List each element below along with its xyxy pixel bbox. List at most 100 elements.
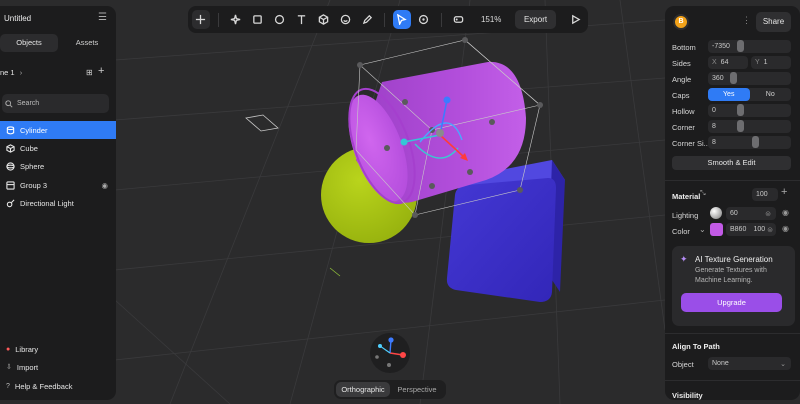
more-icon[interactable]: ⋮ xyxy=(742,15,751,26)
add-scene-icon[interactable]: + xyxy=(98,65,104,77)
corner-si-label: Corner Si... xyxy=(672,139,710,148)
visibility-icon[interactable]: ◉ xyxy=(101,181,108,190)
color-swatch[interactable] xyxy=(710,223,723,236)
top-toolbar: 151% Export xyxy=(188,6,588,33)
sides-x-value: 64 xyxy=(720,59,729,66)
lighting-value: 60 xyxy=(730,210,738,217)
layer-item-light[interactable]: Directional Light xyxy=(0,194,116,212)
angle-slider-knob[interactable] xyxy=(730,72,737,84)
circle-icon xyxy=(274,14,285,25)
align-title: Align To Path xyxy=(672,342,720,351)
angle-field[interactable]: 360 xyxy=(708,72,791,85)
rectangle-tool-button[interactable] xyxy=(249,10,267,29)
layer-item-group[interactable]: Group 3 ◉ xyxy=(0,176,116,194)
corner-si-field[interactable]: 8 xyxy=(708,136,791,149)
hollow-label: Hollow xyxy=(672,107,695,116)
cursor-icon xyxy=(397,14,408,25)
add-material-icon[interactable]: + xyxy=(781,186,787,198)
y-label: Y xyxy=(755,59,760,66)
grid-view-icon[interactable]: ⊞ xyxy=(86,68,93,77)
ellipse-tool-button[interactable] xyxy=(271,10,289,29)
layer-item-cube[interactable]: Cube xyxy=(0,139,116,157)
gamepad-button[interactable] xyxy=(450,10,468,29)
emoji-tool-button[interactable] xyxy=(336,10,354,29)
ai-card-title: AI Texture Generation xyxy=(695,255,773,264)
text-icon xyxy=(297,15,306,25)
gamepad-icon xyxy=(453,16,464,23)
export-button[interactable]: Export xyxy=(514,10,557,29)
footer-help[interactable]: ? Help & Feedback xyxy=(0,377,116,395)
eye-icon[interactable]: ◉ xyxy=(782,208,789,217)
eye-icon[interactable]: ◉ xyxy=(782,224,789,233)
bottom-slider-knob[interactable] xyxy=(737,40,744,52)
footer-import[interactable]: ⇩ Import xyxy=(0,358,116,376)
hollow-slider-knob[interactable] xyxy=(737,104,744,116)
play-icon xyxy=(571,14,580,25)
smiley-icon xyxy=(340,14,350,25)
pen-icon xyxy=(362,14,372,25)
angle-label: Angle xyxy=(672,75,692,84)
material-opacity-field[interactable]: 100 xyxy=(752,188,778,201)
avatar[interactable]: B xyxy=(673,14,689,30)
add-object-button[interactable] xyxy=(192,10,210,29)
ai-tool-button[interactable] xyxy=(227,10,245,29)
layer-label: Directional Light xyxy=(20,198,74,208)
scene-selector[interactable]: ne 1 › xyxy=(0,68,22,77)
file-title[interactable]: Untitled xyxy=(4,14,31,23)
section-divider xyxy=(665,180,800,181)
select-tool-button[interactable] xyxy=(392,10,411,29)
corner-slider-knob[interactable] xyxy=(737,120,744,132)
text-tool-button[interactable] xyxy=(292,10,310,29)
share-button[interactable]: Share xyxy=(756,12,791,32)
lock-icon: ⊜ xyxy=(765,210,771,218)
tab-perspective[interactable]: Perspective xyxy=(390,382,444,397)
bottom-label: Bottom xyxy=(672,43,696,52)
search-placeholder: Search xyxy=(17,100,40,107)
caps-no-button[interactable]: No xyxy=(750,88,792,101)
color-hex-field[interactable]: B860 100 ⊜ xyxy=(726,223,776,236)
bottom-field[interactable]: -7350 xyxy=(708,40,791,53)
chevron-down-icon: ⌄ xyxy=(780,360,786,368)
tab-orthographic[interactable]: Orthographic xyxy=(336,382,390,397)
lighting-field[interactable]: 60 ⊜ xyxy=(726,207,776,220)
cube-tool-button[interactable] xyxy=(314,10,332,29)
sparkle-icon: ✦ xyxy=(680,254,688,264)
cube-icon xyxy=(6,143,15,153)
pen-tool-button[interactable] xyxy=(358,10,376,29)
corner-si-slider-knob[interactable] xyxy=(752,136,759,148)
search-field[interactable]: Search xyxy=(2,94,109,113)
expand-icon[interactable]: ⤡ xyxy=(700,190,706,198)
object-select[interactable]: None ⌄ xyxy=(708,357,791,370)
sides-y-field[interactable]: Y1 xyxy=(751,56,791,69)
menu-icon[interactable]: ☰ xyxy=(98,12,107,23)
footer-label: Library xyxy=(15,344,39,354)
sides-y-value: 1 xyxy=(763,59,768,66)
comment-tool-button[interactable] xyxy=(415,10,433,29)
upgrade-button[interactable]: Upgrade xyxy=(681,293,782,312)
lighting-swatch[interactable] xyxy=(710,207,722,219)
footer-library[interactable]: ● Library xyxy=(0,340,116,358)
projection-tabs: Orthographic Perspective xyxy=(334,380,446,399)
cylinder-icon xyxy=(6,125,15,134)
sides-x-field[interactable]: X 64 xyxy=(708,56,748,69)
plus-icon xyxy=(196,14,206,25)
caps-toggle: Yes No xyxy=(708,88,791,101)
corner-field[interactable]: 8 xyxy=(708,120,791,133)
toolbar-divider xyxy=(440,12,442,27)
play-button[interactable] xyxy=(566,10,584,29)
tab-objects[interactable]: Objects xyxy=(0,34,58,52)
chevron-right-icon: › xyxy=(19,68,23,77)
tab-assets[interactable]: Assets xyxy=(58,34,116,52)
visibility-title: Visibility xyxy=(672,391,703,400)
zoom-level[interactable]: 151% xyxy=(471,15,511,24)
caps-yes-button[interactable]: Yes xyxy=(708,88,750,101)
chevron-down-icon[interactable]: ⌄ xyxy=(699,225,706,234)
layer-item-sphere[interactable]: Sphere xyxy=(0,157,116,175)
scene-label: ne 1 xyxy=(0,68,15,77)
layer-item-cylinder[interactable]: Cylinder xyxy=(0,121,116,139)
layer-label: Cube xyxy=(20,143,38,153)
hollow-field[interactable]: 0 xyxy=(708,104,791,117)
group-icon xyxy=(6,180,15,190)
smooth-edit-button[interactable]: Smooth & Edit xyxy=(672,156,791,170)
square-icon xyxy=(253,15,262,24)
